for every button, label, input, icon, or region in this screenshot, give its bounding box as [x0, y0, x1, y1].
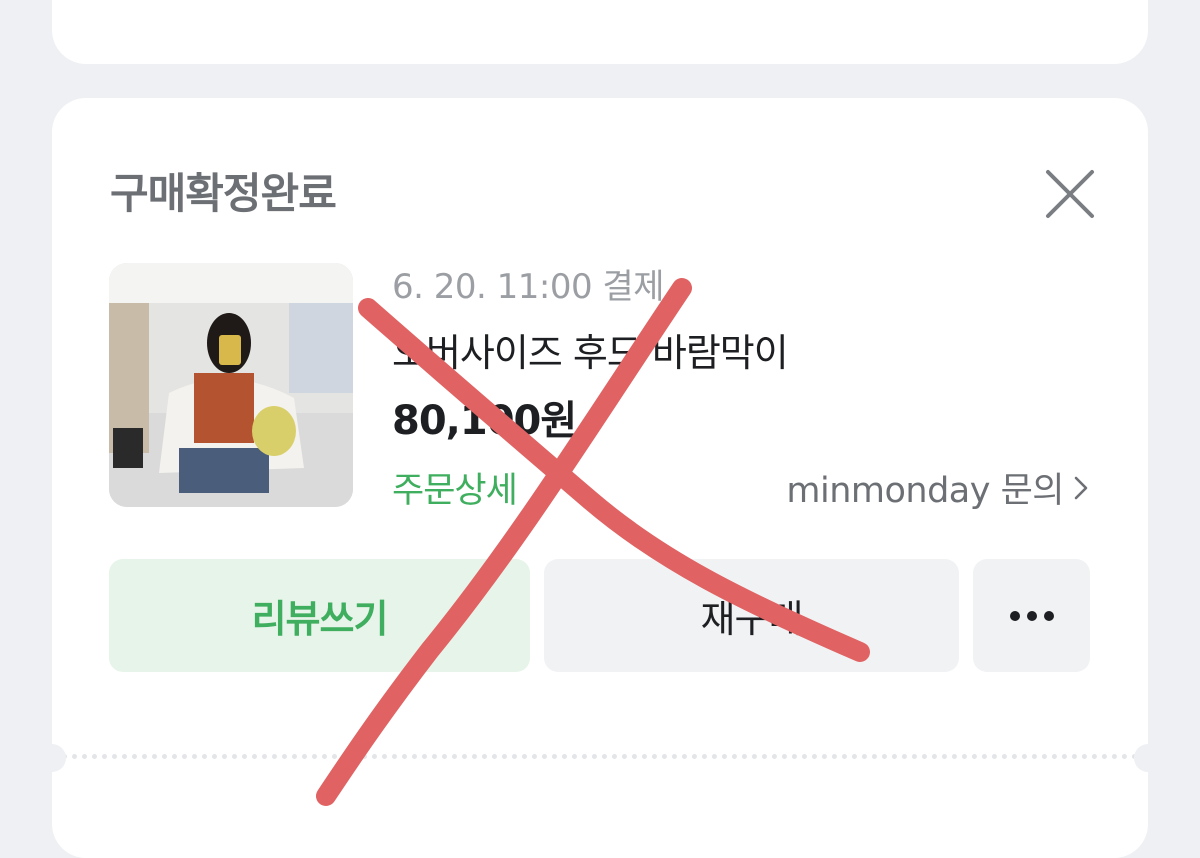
- write-review-label: 리뷰쓰기: [251, 597, 389, 641]
- product-photo-image: [109, 263, 353, 507]
- more-dots-icon: [1009, 610, 1054, 621]
- rebuy-button[interactable]: 재구매: [544, 559, 959, 672]
- order-card: 구매확정완료 6. 20. 11:00 결제 오버사이즈 후드 바람막이 80,…: [38, 98, 1162, 858]
- order-detail-link[interactable]: 주문상세: [392, 462, 518, 513]
- chevron-right-icon: [1074, 476, 1088, 499]
- previous-order-card: [52, 0, 1148, 64]
- card-divider: [52, 754, 1148, 759]
- close-button[interactable]: [1042, 166, 1098, 222]
- seller-inquiry-label: minmonday 문의: [786, 471, 1064, 511]
- rebuy-label: 재구매: [700, 597, 804, 641]
- order-date: 6. 20. 11:00 결제: [392, 267, 664, 307]
- product-price: 80,100원: [392, 398, 577, 444]
- close-icon: [1046, 170, 1094, 218]
- seller-inquiry-link[interactable]: minmonday 문의: [786, 462, 1090, 513]
- ticket-notch-right: [1134, 744, 1162, 772]
- more-options-button[interactable]: [973, 559, 1090, 672]
- write-review-button[interactable]: 리뷰쓰기: [109, 559, 530, 672]
- product-name[interactable]: 오버사이즈 후드 바람막이: [392, 322, 789, 377]
- product-thumbnail[interactable]: [109, 263, 353, 507]
- order-detail-label: 주문상세: [392, 471, 518, 511]
- order-status-title: 구매확정완료: [110, 169, 337, 218]
- ticket-notch-left: [38, 744, 66, 772]
